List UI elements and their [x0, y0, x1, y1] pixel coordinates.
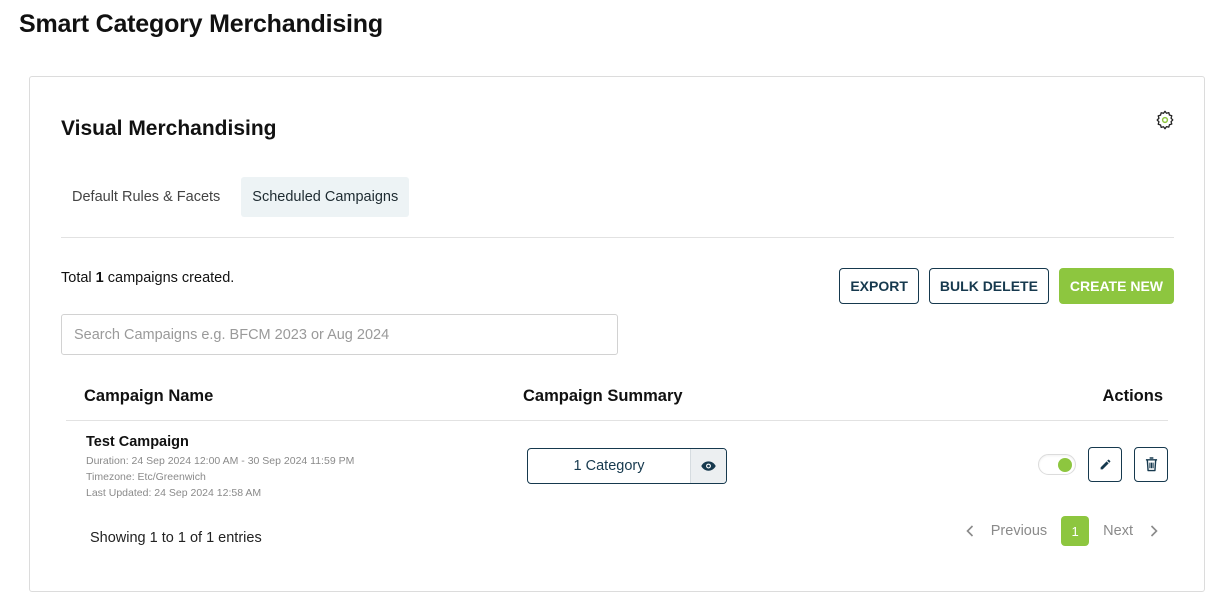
campaign-timezone: Timezone: Etc/Greenwich [86, 471, 206, 483]
campaign-summary-button[interactable]: 1 Category [527, 448, 727, 484]
column-header-actions: Actions [1102, 387, 1163, 405]
gear-icon [1156, 110, 1174, 130]
column-header-campaign-name: Campaign Name [84, 387, 214, 405]
card-title: Visual Merchandising [61, 117, 277, 140]
delete-campaign-button[interactable] [1134, 447, 1168, 482]
export-button[interactable]: EXPORT [839, 268, 919, 304]
search-campaigns-input[interactable] [61, 314, 618, 355]
pencil-icon [1100, 459, 1110, 470]
toggle-knob [1058, 458, 1072, 472]
toolbar: EXPORT BULK DELETE CREATE NEW [839, 268, 1174, 304]
campaign-enabled-toggle[interactable] [1038, 454, 1076, 475]
next-page-button[interactable]: Next [1089, 523, 1147, 539]
tab-bar: Default Rules & Facets Scheduled Campaig… [61, 177, 410, 217]
bulk-delete-button[interactable]: BULK DELETE [928, 268, 1049, 304]
chevron-right-icon[interactable] [1147, 525, 1161, 537]
campaign-name: Test Campaign [86, 434, 189, 450]
pagination: Previous 1 Next [963, 516, 1161, 546]
pagination-info: Showing 1 to 1 of 1 entries [90, 530, 262, 546]
create-new-button[interactable]: CREATE NEW [1058, 268, 1174, 304]
table-row: Test Campaign Duration: 24 Sep 2024 12:0… [66, 433, 1168, 503]
table-header: Campaign Name Campaign Summary Actions [66, 377, 1168, 421]
campaign-duration: Duration: 24 Sep 2024 12:00 AM - 30 Sep … [86, 455, 355, 467]
previous-page-button[interactable]: Previous [977, 523, 1061, 539]
total-count: 1 [95, 270, 104, 286]
total-suffix: campaigns created. [107, 270, 235, 286]
total-prefix: Total [61, 270, 92, 286]
campaign-summary-label: 1 Category [573, 458, 645, 474]
chevron-left-icon[interactable] [963, 525, 977, 537]
campaign-last-updated: Last Updated: 24 Sep 2024 12:58 AM [86, 487, 262, 499]
page-number-button[interactable]: 1 [1061, 516, 1090, 546]
tab-default-rules-facets[interactable]: Default Rules & Facets [61, 177, 231, 217]
settings-button[interactable] [1154, 109, 1176, 131]
page-title: Smart Category Merchandising [19, 10, 383, 38]
eye-icon [701, 461, 716, 471]
campaign-count-text: Total 1 campaigns created. [61, 270, 234, 286]
trash-icon [1145, 457, 1157, 472]
view-summary-button[interactable] [690, 449, 726, 483]
visual-merchandising-card: Visual Merchandising Default Rules & Fac… [29, 76, 1205, 592]
column-header-campaign-summary: Campaign Summary [523, 387, 683, 405]
tab-scheduled-campaigns[interactable]: Scheduled Campaigns [241, 177, 410, 217]
tab-divider [61, 237, 1174, 238]
edit-campaign-button[interactable] [1088, 447, 1122, 482]
